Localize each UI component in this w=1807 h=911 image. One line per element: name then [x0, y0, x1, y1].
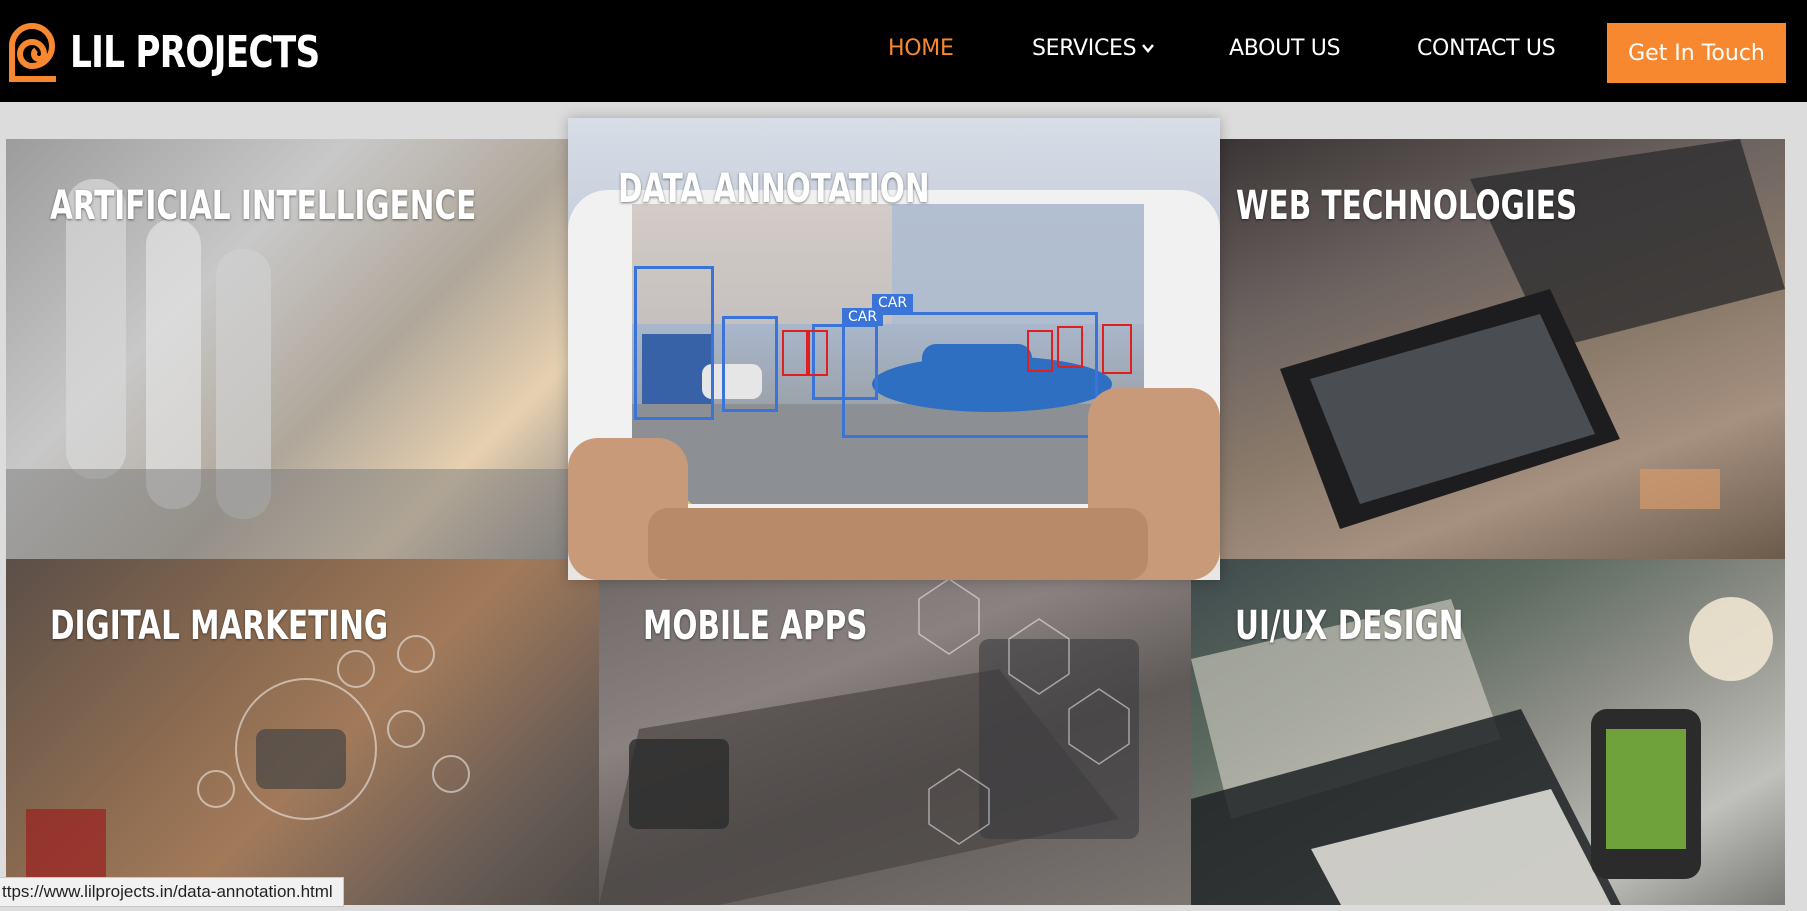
nav-services-label: SERVICES [1032, 36, 1137, 61]
service-tile-mobile-apps[interactable]: MOBILE APPS [599, 559, 1191, 905]
status-bar-url: ttps://www.lilprojects.in/data-annotatio… [0, 877, 344, 907]
service-tile-data-annotation[interactable]: CAR CAR DATA ANNOTATION [568, 118, 1220, 580]
bounding-box-red [1027, 330, 1053, 372]
get-in-touch-button[interactable]: Get In Touch [1607, 23, 1786, 83]
service-title-digital-marketing: DIGITAL MARKETING [50, 603, 389, 649]
service-title-uiux: UI/UX DESIGN [1235, 603, 1464, 649]
service-tile-uiux[interactable]: UI/UX DESIGN [1191, 559, 1785, 905]
service-title-mobile-apps: MOBILE APPS [643, 603, 868, 649]
fingers-image [648, 508, 1148, 580]
service-tile-ai[interactable]: ARTIFICIAL INTELLIGENCE [6, 139, 568, 559]
bounding-box-red [1102, 324, 1132, 374]
bounding-box [634, 266, 714, 420]
main-nav: HOME SERVICES ABOUT US CONTACT US [0, 30, 1807, 70]
bounding-box-red [1057, 326, 1083, 368]
service-tile-web[interactable]: WEB TECHNOLOGIES [1220, 139, 1785, 559]
annotated-street-image: CAR CAR [632, 204, 1144, 504]
site-header: LIL PROJECTS HOME SERVICES ABOUT US CONT… [0, 0, 1807, 102]
chevron-down-icon [1142, 41, 1155, 57]
service-title-data-annotation: DATA ANNOTATION [618, 166, 930, 212]
bounding-box-red [806, 330, 828, 376]
nav-contact[interactable]: CONTACT US [1417, 36, 1556, 61]
service-title-web: WEB TECHNOLOGIES [1236, 183, 1578, 229]
bounding-box [722, 316, 778, 412]
service-tile-digital-marketing[interactable]: DIGITAL MARKETING [6, 559, 599, 905]
car-label: CAR [842, 308, 884, 326]
nav-home[interactable]: HOME [888, 36, 954, 61]
nav-about[interactable]: ABOUT US [1229, 36, 1341, 61]
service-title-ai: ARTIFICIAL INTELLIGENCE [50, 183, 477, 229]
nav-services[interactable]: SERVICES [1032, 36, 1155, 61]
